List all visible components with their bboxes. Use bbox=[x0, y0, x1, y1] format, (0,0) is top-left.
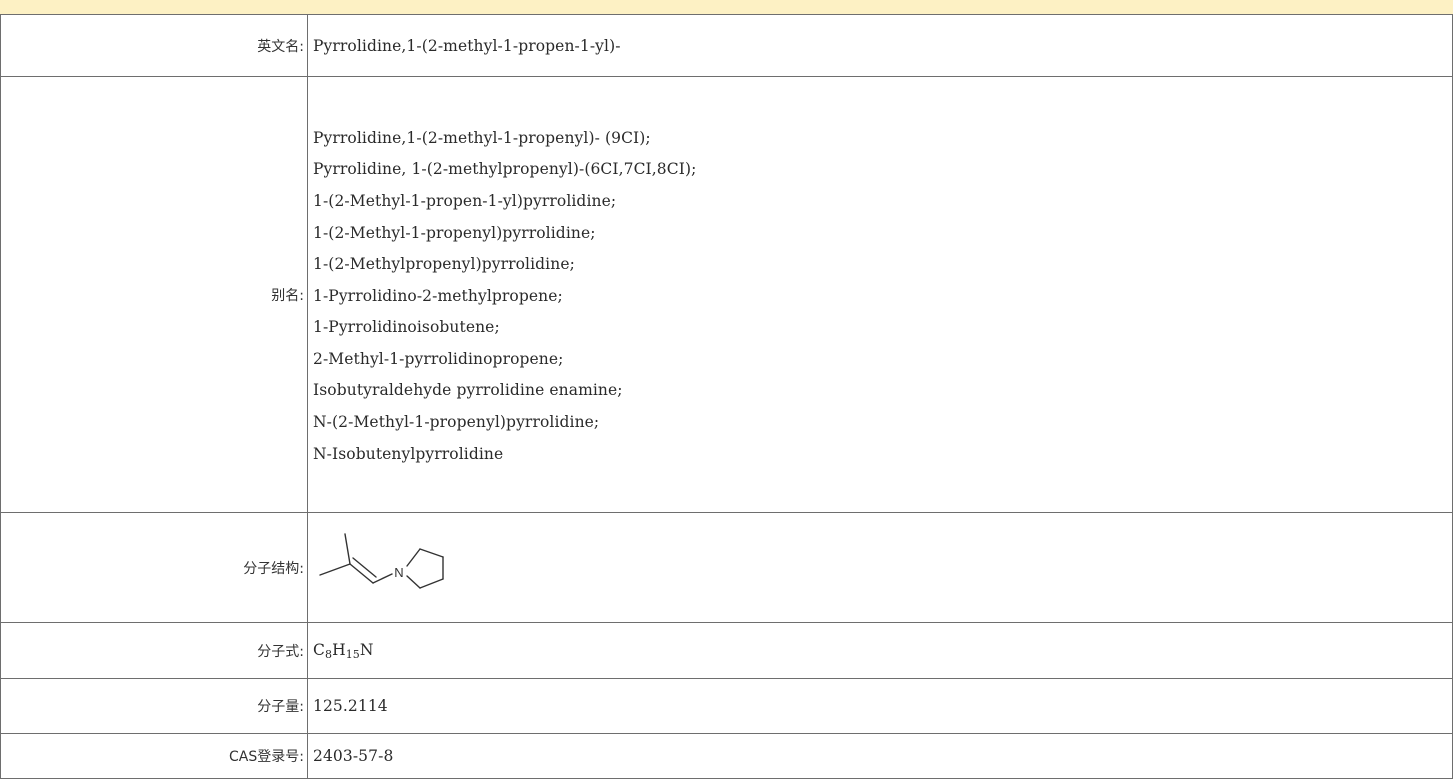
row-structure: 分子结构: N bbox=[0, 512, 1453, 623]
row-cas: CAS登录号: 2403-57-8 bbox=[0, 733, 1453, 779]
alias-item: 1-(2-Methylpropenyl)pyrrolidine; bbox=[313, 255, 575, 274]
alias-item: Pyrrolidine, 1-(2-methylpropenyl)-(6CI,7… bbox=[313, 160, 697, 179]
cas-value: 2403-57-8 bbox=[307, 733, 1453, 779]
alias-item: N-(2-Methyl-1-propenyl)pyrrolidine; bbox=[313, 413, 600, 432]
weight-label: 分子量: bbox=[0, 678, 308, 734]
formula-hydrogen-count: 15 bbox=[345, 647, 360, 661]
alias-item: Isobutyraldehyde pyrrolidine enamine; bbox=[313, 381, 623, 400]
compound-info-table: 英文名: Pyrrolidine,1-(2-methyl-1-propen-1-… bbox=[0, 14, 1453, 779]
alias-item: 1-Pyrrolidino-2-methylpropene; bbox=[313, 286, 563, 305]
header-band bbox=[0, 0, 1453, 15]
row-weight: 分子量: 125.2114 bbox=[0, 678, 1453, 734]
english-name-value: Pyrrolidine,1-(2-methyl-1-propen-1-yl)- bbox=[307, 14, 1453, 77]
english-name-label: 英文名: bbox=[0, 14, 308, 77]
formula-nitrogen: N bbox=[359, 640, 374, 659]
alias-item: 1-(2-Methyl-1-propenyl)pyrrolidine; bbox=[313, 223, 596, 242]
row-english-name: 英文名: Pyrrolidine,1-(2-methyl-1-propen-1-… bbox=[0, 14, 1453, 77]
formula-label: 分子式: bbox=[0, 622, 308, 679]
alias-item: 1-(2-Methyl-1-propen-1-yl)pyrrolidine; bbox=[313, 191, 617, 210]
alias-item: 1-Pyrrolidinoisobutene; bbox=[313, 318, 500, 337]
formula-hydrogen: H bbox=[332, 640, 346, 659]
structure-cell: N bbox=[307, 512, 1453, 623]
structure-label: 分子结构: bbox=[0, 512, 308, 623]
cas-label: CAS登录号: bbox=[0, 733, 308, 779]
formula-carbon: C bbox=[313, 640, 325, 659]
nitrogen-atom-label: N bbox=[394, 565, 404, 580]
alias-item: 2-Methyl-1-pyrrolidinopropene; bbox=[313, 349, 564, 368]
row-formula: 分子式: C8H15N bbox=[0, 622, 1453, 679]
formula-carbon-count: 8 bbox=[324, 647, 333, 661]
formula-value: C8H15N bbox=[307, 622, 1453, 679]
row-aliases: 别名: Pyrrolidine,1-(2-methyl-1-propenyl)-… bbox=[0, 76, 1453, 513]
alias-item: N-Isobutenylpyrrolidine bbox=[313, 444, 504, 463]
weight-value: 125.2114 bbox=[307, 678, 1453, 734]
aliases-list: Pyrrolidine,1-(2-methyl-1-propenyl)- (9C… bbox=[307, 76, 1453, 513]
alias-item: Pyrrolidine,1-(2-methyl-1-propenyl)- (9C… bbox=[313, 128, 651, 147]
molecular-structure-image: N bbox=[319, 532, 444, 589]
aliases-label: 别名: bbox=[0, 76, 308, 513]
